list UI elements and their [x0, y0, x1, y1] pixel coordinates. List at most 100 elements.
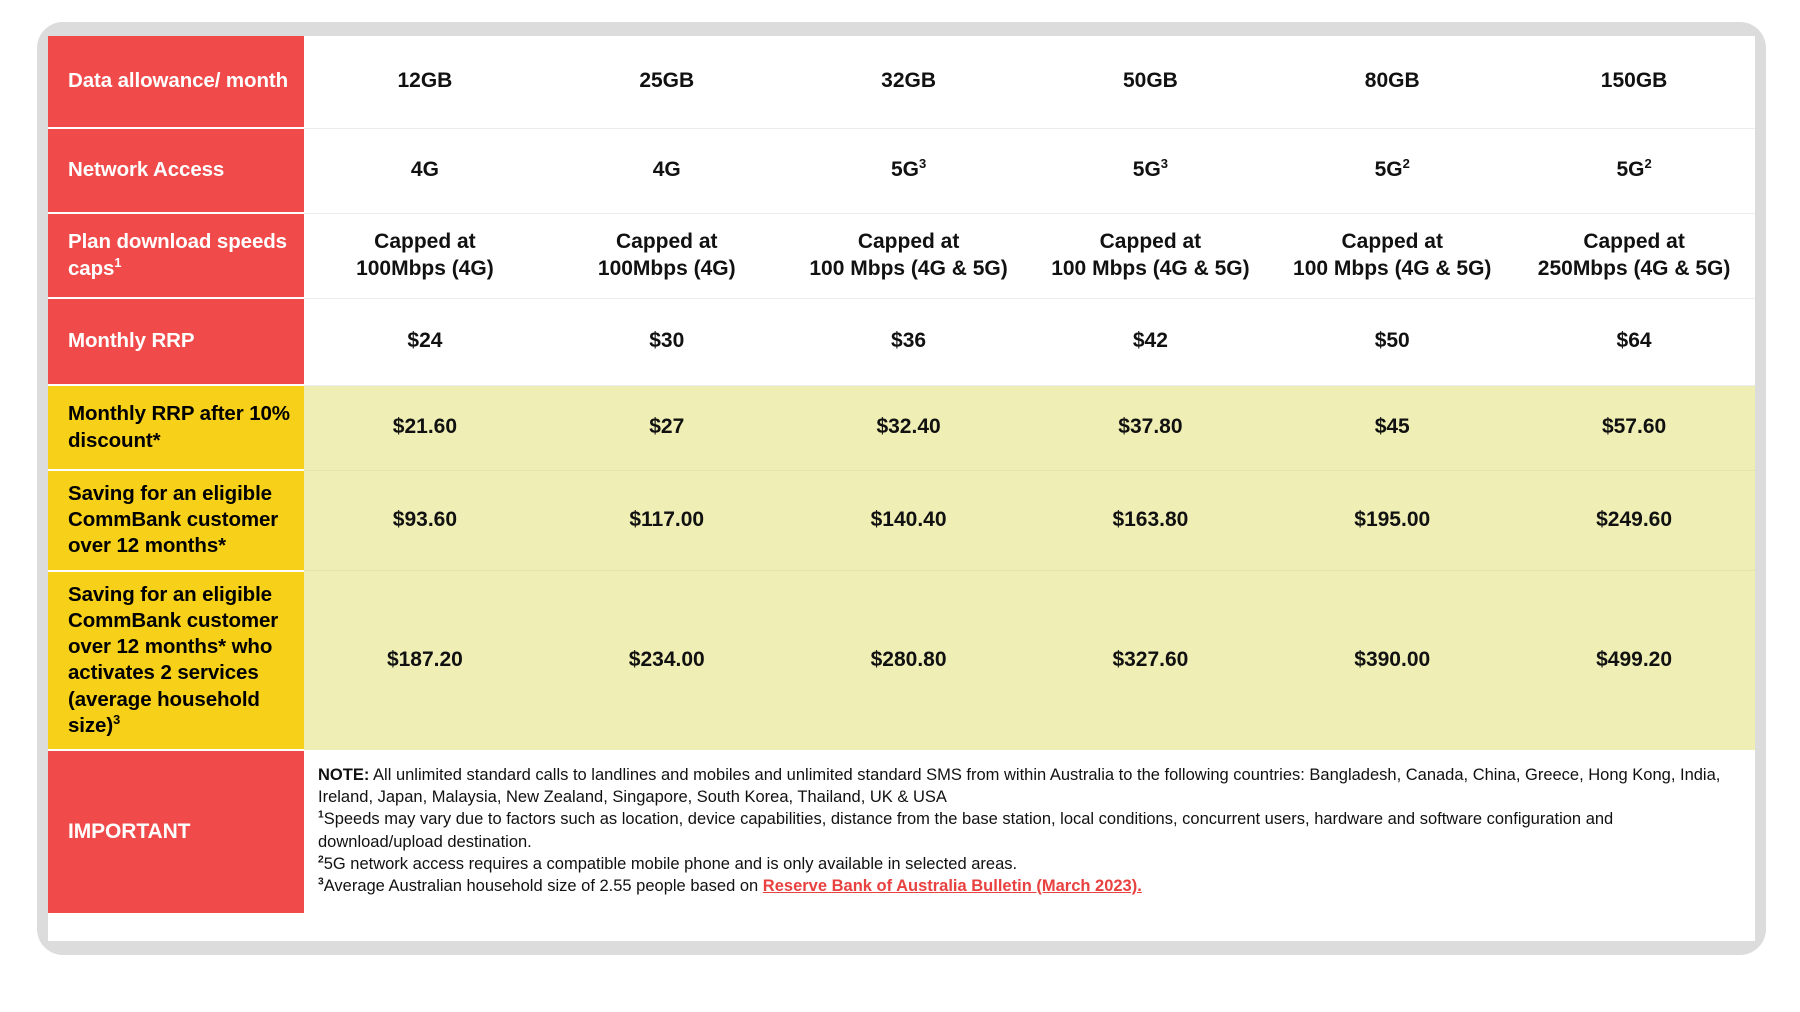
cell-network-access-5: 5G2 — [1271, 128, 1514, 214]
row-label-saving-12-months: Saving for an eligible CommBank customer… — [48, 470, 304, 572]
cell-base: 5G — [1374, 158, 1403, 182]
plan-comparison-table: Data allowance/ month 12GB 25GB 32GB 50G… — [48, 36, 1755, 914]
cell-saving-12m-3: $140.40 — [787, 470, 1030, 572]
row-label-text: Monthly RRP after 10% discount* — [68, 402, 290, 452]
plan-table-container: Data allowance/ month 12GB 25GB 32GB 50G… — [48, 36, 1755, 941]
footnote-3: 3Average Australian household size of 2.… — [318, 875, 1731, 897]
cell-network-access-1: 4G — [304, 128, 546, 214]
cell-saving-12m-6: $249.60 — [1513, 470, 1755, 572]
cell-discount-rrp-2: $27 — [545, 385, 788, 471]
table-row-important: IMPORTANT NOTE: All unlimited standard c… — [48, 750, 1755, 914]
cell-line-1: Capped at — [374, 229, 476, 253]
cell-monthly-rrp-4: $42 — [1029, 298, 1272, 386]
row-label-saving-two-services: Saving for an eligible CommBank customer… — [48, 570, 304, 752]
cell-network-access-6: 5G2 — [1513, 128, 1755, 214]
cell-plan-speed-5: Capped at 100 Mbps (4G & 5G) — [1271, 213, 1514, 299]
cell-saving-2svc-5: $390.00 — [1271, 570, 1514, 751]
cell-data-allowance-3: 32GB — [787, 36, 1030, 129]
row-label-network-access: Network Access — [48, 128, 304, 214]
cell-discount-rrp-4: $37.80 — [1029, 385, 1272, 471]
row-label-text: Plan download speeds caps1 — [68, 230, 287, 280]
cell-line-2: 250Mbps (4G & 5G) — [1537, 256, 1731, 280]
cell-base: 5G — [1132, 158, 1161, 182]
cell-data-allowance-2: 25GB — [545, 36, 788, 129]
footnote-3-text: Average Australian household size of 2.5… — [323, 877, 763, 896]
cell-line-2: 100Mbps (4G) — [356, 256, 494, 280]
cell-base: 5G — [1616, 158, 1645, 182]
cell-saving-2svc-3: $280.80 — [787, 570, 1030, 751]
cell-saving-2svc-4: $327.60 — [1029, 570, 1272, 751]
note-body: All unlimited standard calls to landline… — [318, 766, 1721, 807]
cell-monthly-rrp-1: $24 — [304, 298, 546, 386]
table-row: Monthly RRP $24 $30 $36 $42 $50 $64 — [48, 298, 1755, 386]
cell-line-2: 100Mbps (4G) — [597, 256, 736, 280]
important-notes: NOTE: All unlimited standard calls to la… — [304, 750, 1755, 914]
cell-base: 4G — [652, 158, 681, 182]
note-line-main: NOTE: All unlimited standard calls to la… — [318, 764, 1731, 808]
cell-plan-speed-6: Capped at 250Mbps (4G & 5G) — [1513, 213, 1755, 299]
cell-saving-2svc-2: $234.00 — [545, 570, 788, 751]
cell-line-1: Capped at — [615, 229, 718, 253]
row-label-text: Saving for an eligible CommBank customer… — [68, 482, 279, 558]
row-label-text: Saving for an eligible CommBank customer… — [68, 582, 279, 737]
cell-saving-2svc-1: $187.20 — [304, 570, 546, 751]
table-row: Saving for an eligible CommBank customer… — [48, 570, 1755, 752]
cell-saving-12m-4: $163.80 — [1029, 470, 1272, 572]
row-label-text: Data allowance/ month — [68, 69, 289, 93]
footnote-1: 1Speeds may vary due to factors such as … — [318, 808, 1731, 852]
footnote-1-text: Speeds may vary due to factors such as l… — [318, 810, 1614, 851]
row-label-data-allowance: Data allowance/ month — [48, 36, 304, 129]
cell-line-2: 100 Mbps (4G & 5G) — [1293, 256, 1492, 280]
important-label-text: IMPORTANT — [68, 819, 191, 843]
cell-plan-speed-4: Capped at 100 Mbps (4G & 5G) — [1029, 213, 1272, 299]
cell-saving-2svc-6: $499.20 — [1513, 570, 1755, 751]
cell-data-allowance-1: 12GB — [304, 36, 546, 129]
cell-base: 4G — [410, 158, 439, 182]
cell-discount-rrp-6: $57.60 — [1513, 385, 1755, 471]
table-row: Monthly RRP after 10% discount* $21.60 $… — [48, 385, 1755, 471]
cell-network-access-3: 5G3 — [787, 128, 1030, 214]
cell-network-access-4: 5G3 — [1029, 128, 1272, 214]
cell-discount-rrp-1: $21.60 — [304, 385, 546, 471]
cell-line-2: 100 Mbps (4G & 5G) — [809, 256, 1008, 280]
cell-plan-speed-1: Capped at 100Mbps (4G) — [304, 213, 546, 299]
row-label-monthly-rrp-after-discount: Monthly RRP after 10% discount* — [48, 385, 304, 471]
cell-saving-12m-5: $195.00 — [1271, 470, 1514, 572]
cell-line-1: Capped at — [1341, 229, 1443, 253]
cell-data-allowance-5: 80GB — [1271, 36, 1514, 129]
cell-monthly-rrp-2: $30 — [545, 298, 788, 386]
table-row: Saving for an eligible CommBank customer… — [48, 470, 1755, 572]
cell-saving-12m-2: $117.00 — [545, 470, 788, 572]
plan-comparison-page: Data allowance/ month 12GB 25GB 32GB 50G… — [0, 0, 1800, 1012]
cell-data-allowance-4: 50GB — [1029, 36, 1272, 129]
cell-superscript: 2 — [1644, 156, 1652, 172]
cell-plan-speed-2: Capped at 100Mbps (4G) — [545, 213, 788, 299]
cell-discount-rrp-5: $45 — [1271, 385, 1514, 471]
row-label-important: IMPORTANT — [48, 750, 304, 914]
cell-superscript: 3 — [918, 156, 927, 172]
table-row: Network Access 4G 4G 5G3 5G3 5G2 5G2 — [48, 128, 1755, 214]
cell-network-access-2: 4G — [545, 128, 788, 214]
cell-superscript: 2 — [1402, 156, 1410, 172]
row-label-text: Network Access — [68, 158, 225, 182]
cell-plan-speed-3: Capped at 100 Mbps (4G & 5G) — [787, 213, 1030, 299]
label-superscript: 3 — [113, 712, 121, 728]
row-label-plan-download-speeds: Plan download speeds caps1 — [48, 213, 304, 299]
cell-line-1: Capped at — [857, 229, 960, 253]
cell-line-2: 100 Mbps (4G & 5G) — [1051, 256, 1250, 280]
table-row: Data allowance/ month 12GB 25GB 32GB 50G… — [48, 36, 1755, 129]
cell-monthly-rrp-5: $50 — [1271, 298, 1514, 386]
cell-line-1: Capped at — [1583, 229, 1685, 253]
footnote-2-text: 5G network access requires a compatible … — [323, 854, 1018, 873]
label-superscript: 1 — [114, 254, 122, 270]
table-row: Plan download speeds caps1 Capped at 100… — [48, 213, 1755, 299]
cell-discount-rrp-3: $32.40 — [787, 385, 1030, 471]
cell-line-1: Capped at — [1099, 229, 1202, 253]
cell-saving-12m-1: $93.60 — [304, 470, 546, 572]
row-label-monthly-rrp: Monthly RRP — [48, 298, 304, 386]
cell-superscript: 3 — [1160, 156, 1169, 172]
footnote-2: 25G network access requires a compatible… — [318, 853, 1731, 875]
cell-monthly-rrp-6: $64 — [1513, 298, 1755, 386]
rba-bulletin-link[interactable]: Reserve Bank of Australia Bulletin (Marc… — [763, 877, 1142, 895]
cell-monthly-rrp-3: $36 — [787, 298, 1030, 386]
